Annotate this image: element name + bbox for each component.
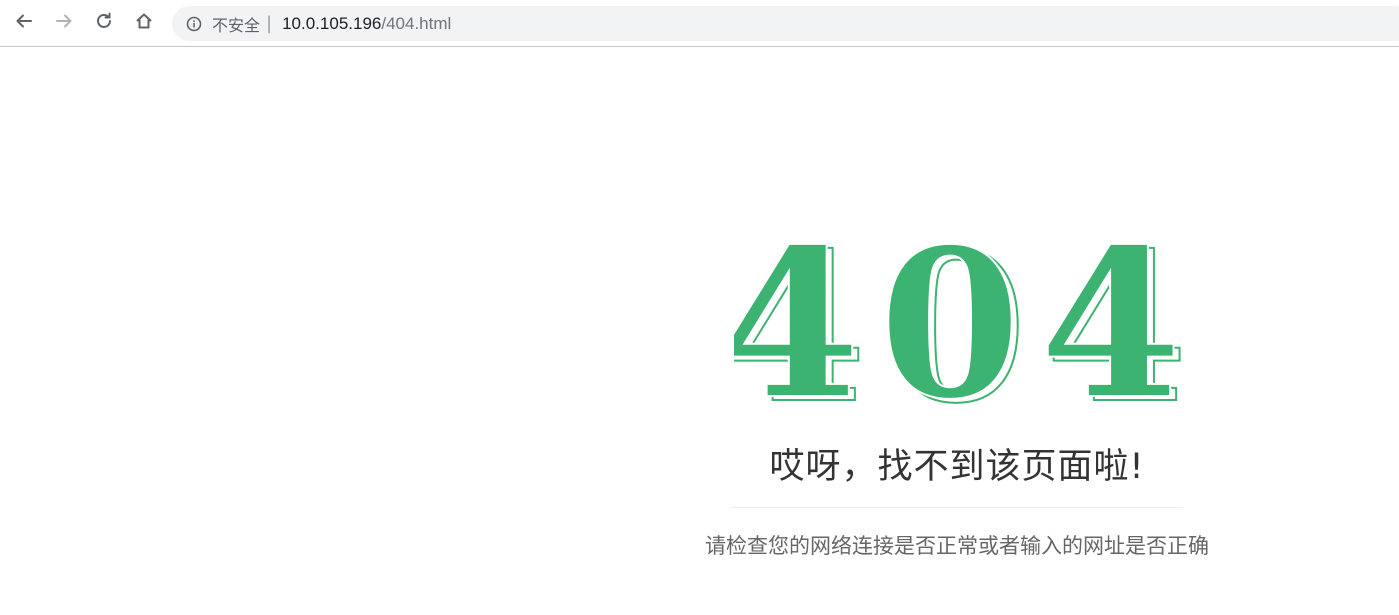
divider [731, 507, 1183, 508]
home-icon [134, 11, 154, 35]
reload-icon [94, 11, 114, 35]
url-separator: | [266, 13, 273, 34]
error-code-graphic: 404 404 [734, 234, 1184, 409]
arrow-right-icon [54, 11, 74, 35]
page-content: 404 404 哎呀，找不到该页面啦! 请检查您的网络连接是否正常或者输入的网址… [0, 48, 1399, 615]
browser-toolbar: 不安全 | 10.0.105.196/404.html [0, 0, 1399, 47]
forward-button[interactable] [49, 8, 79, 38]
info-circle-icon[interactable] [186, 16, 202, 32]
url-text[interactable]: 10.0.105.196/404.html [282, 14, 451, 34]
reload-button[interactable] [89, 8, 119, 38]
hint-text: 请检查您的网络连接是否正常或者输入的网址是否正确 [705, 534, 1209, 558]
url-path: /404.html [381, 13, 452, 33]
url-host: 10.0.105.196 [282, 13, 382, 33]
error-code-text: 404 [734, 234, 1184, 409]
address-bar[interactable]: 不安全 | 10.0.105.196/404.html [172, 6, 1399, 41]
page-title: 哎呀，找不到该页面啦! [769, 447, 1145, 487]
home-button[interactable] [129, 8, 159, 38]
arrow-left-icon [14, 11, 34, 35]
back-button[interactable] [9, 8, 39, 38]
security-label[interactable]: 不安全 [212, 12, 260, 36]
